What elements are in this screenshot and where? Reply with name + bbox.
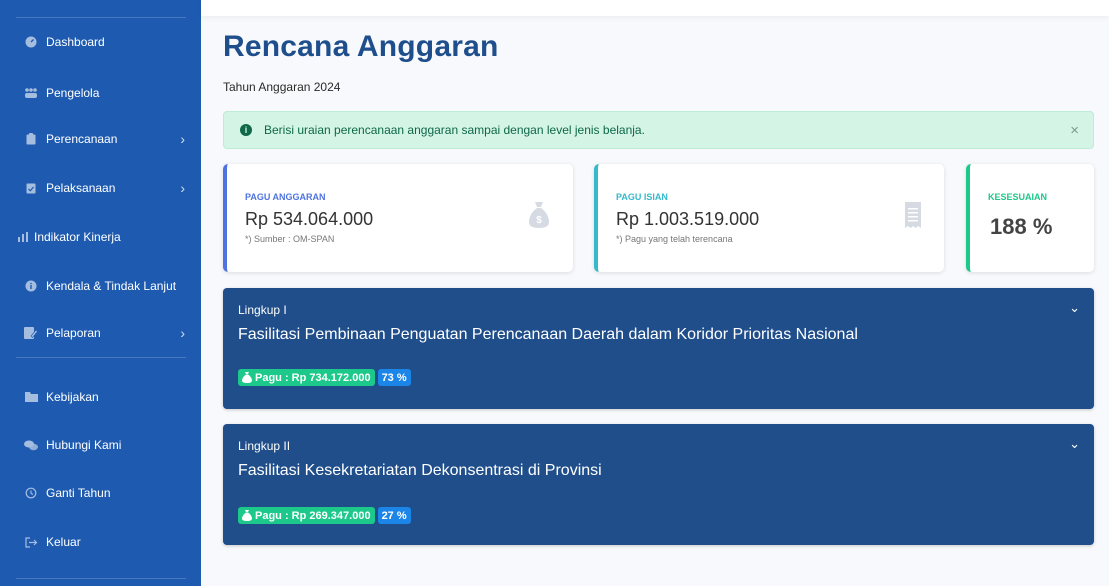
receipt-icon (905, 202, 925, 228)
sidebar-item-ganti-tahun[interactable]: Ganti Tahun (0, 481, 201, 505)
sidebar-item-label: Dashboard (46, 35, 105, 49)
sidebar-item-label: Hubungi Kami (46, 438, 122, 452)
card-value: Rp 534.064.000 (245, 209, 374, 229)
sidebar-item-label: Kebijakan (46, 390, 99, 404)
clipboard-check-icon (24, 181, 38, 195)
sidebar-item-indikator-kinerja[interactable]: Indikator Kinerja (0, 225, 201, 249)
comments-icon (24, 438, 38, 452)
badge-group: Pagu : Rp 269.347.000 27 % (238, 507, 411, 524)
lingkup-header: Lingkup I (238, 303, 287, 317)
main-content: Rencana Anggaran Tahun Anggaran 2024 i B… (201, 0, 1109, 586)
chevron-right-icon: › (180, 180, 185, 196)
badge-group: Pagu : Rp 734.172.000 73 % (238, 369, 411, 386)
clipboard-icon (24, 132, 38, 146)
pagu-anggaran-card: PAGU ANGGARAN Rp 534.064.000 *) Sumber :… (223, 164, 573, 272)
page-title: Rencana Anggaran (223, 30, 499, 63)
bar-chart-icon (16, 230, 30, 244)
sidebar-item-hubungi-kami[interactable]: Hubungi Kami (0, 433, 201, 457)
sidebar-item-label: Pelaksanaan (46, 181, 116, 195)
sidebar-item-label: Ganti Tahun (46, 486, 111, 500)
pagu-badge: Pagu : Rp 734.172.000 (238, 369, 375, 386)
pagu-text: Pagu : Rp 269.347.000 (255, 509, 371, 522)
folder-icon (24, 390, 38, 404)
file-edit-icon (24, 326, 38, 340)
dashboard-icon (24, 35, 38, 49)
sidebar-divider (16, 578, 186, 579)
sidebar-item-pelaporan[interactable]: Pelaporan › (0, 321, 201, 345)
money-bag-icon: $ (529, 202, 549, 228)
close-icon[interactable]: × (1070, 122, 1079, 139)
sidebar-item-label: Keluar (46, 535, 81, 549)
card-label: PAGU ANGGARAN (245, 192, 326, 202)
percent-badge: 27 % (377, 507, 411, 524)
info-circle-icon (24, 279, 38, 293)
card-label: PAGU ISIAN (616, 192, 668, 202)
svg-text:$: $ (536, 215, 542, 226)
sidebar-item-pelaksanaan[interactable]: Pelaksanaan › (0, 176, 201, 200)
sidebar-divider (16, 17, 186, 18)
topbar (201, 0, 1109, 16)
kesesuaian-card: KESESUAIAN 188 % (966, 164, 1094, 272)
pagu-isian-card: PAGU ISIAN Rp 1.003.519.000 *) Pagu yang… (594, 164, 944, 272)
sidebar-item-label: Perencanaan (46, 132, 118, 146)
pagu-badge: Pagu : Rp 269.347.000 (238, 507, 375, 524)
pagu-text: Pagu : Rp 734.172.000 (255, 371, 371, 384)
lingkup-header: Lingkup II (238, 439, 291, 453)
sidebar-item-dashboard[interactable]: Dashboard (0, 30, 201, 54)
sign-out-icon (24, 535, 38, 549)
lingkup-title: Fasilitasi Pembinaan Penguatan Perencana… (238, 326, 858, 343)
lingkup-panel[interactable]: Lingkup I ⌄ Fasilitasi Pembinaan Penguat… (223, 288, 1094, 409)
sidebar-item-keluar[interactable]: Keluar (0, 530, 201, 554)
money-bag-icon (242, 510, 252, 521)
chevron-down-icon[interactable]: ⌄ (1069, 300, 1080, 316)
card-value: Rp 1.003.519.000 (616, 209, 760, 229)
sidebar-item-pengelola[interactable]: Pengelola (0, 81, 201, 105)
chevron-right-icon: › (180, 325, 185, 341)
sidebar-item-perencanaan[interactable]: Perencanaan › (0, 127, 201, 151)
info-alert: i Berisi uraian perencanaan anggaran sam… (223, 111, 1094, 149)
info-icon: i (240, 124, 252, 136)
lingkup-panel[interactable]: Lingkup II ⌄ Fasilitasi Kesekretariatan … (223, 424, 1094, 545)
money-bag-icon (242, 372, 252, 383)
card-note: *) Sumber : OM-SPAN (245, 234, 335, 244)
users-icon (24, 86, 38, 100)
page-subtitle: Tahun Anggaran 2024 (223, 80, 341, 94)
chevron-down-icon[interactable]: ⌄ (1069, 436, 1080, 452)
alert-text: Berisi uraian perencanaan anggaran sampa… (264, 123, 645, 137)
lingkup-title: Fasilitasi Kesekretariatan Dekonsentrasi… (238, 462, 602, 479)
history-icon (24, 486, 38, 500)
sidebar-item-kebijakan[interactable]: Kebijakan (0, 385, 201, 409)
card-note: *) Pagu yang telah terencana (616, 234, 733, 244)
sidebar-item-label: Indikator Kinerja (34, 230, 121, 244)
sidebar-item-label: Kendala & Tindak Lanjut (46, 279, 177, 293)
sidebar: Dashboard Pengelola Perencanaan › Pelaks… (0, 0, 201, 586)
card-label: KESESUAIAN (988, 192, 1048, 202)
sidebar-item-label: Pengelola (46, 86, 100, 100)
kesesuaian-value: 188 % (990, 214, 1053, 239)
chevron-right-icon: › (180, 131, 185, 147)
sidebar-item-kendala[interactable]: Kendala & Tindak Lanjut (0, 274, 201, 298)
sidebar-divider (16, 357, 186, 358)
percent-badge: 73 % (377, 369, 411, 386)
sidebar-item-label: Pelaporan (46, 326, 101, 340)
